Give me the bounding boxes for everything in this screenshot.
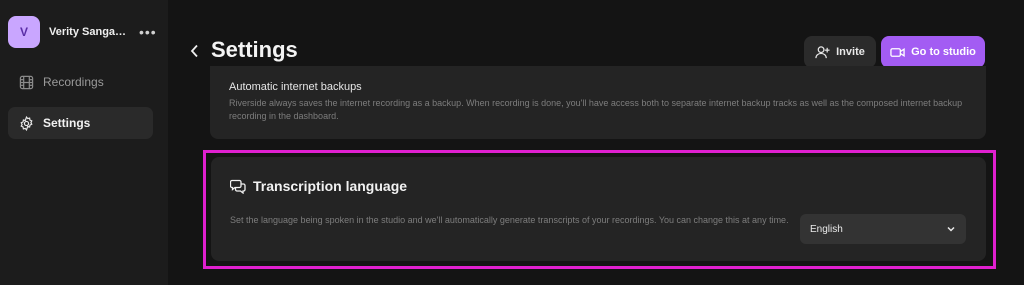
- chat-bubbles-icon: [230, 179, 246, 194]
- language-select-value: English: [810, 223, 843, 235]
- page-title: Settings: [211, 37, 298, 62]
- transcription-language-card: Transcription language Set the language …: [211, 157, 986, 261]
- workspace-switcher[interactable]: V Verity Sangan's ... •••: [8, 16, 158, 48]
- studio-label: Go to studio: [911, 46, 976, 58]
- film-icon: [19, 75, 34, 89]
- transcription-title: Transcription language: [253, 178, 408, 194]
- video-camera-icon: [890, 47, 905, 57]
- language-select[interactable]: English: [800, 214, 966, 244]
- sidebar: V Verity Sangan's ... ••• Recordings Set…: [0, 0, 168, 285]
- main-content: Settings Invite Go to studio Automatic i…: [168, 0, 1024, 285]
- invite-button[interactable]: Invite: [804, 36, 876, 68]
- avatar[interactable]: V: [8, 16, 40, 48]
- sidebar-item-label: Settings: [43, 116, 91, 130]
- internet-backups-card: Automatic internet backups Riverside alw…: [210, 66, 986, 139]
- transcription-description: Set the language being spoken in the stu…: [230, 215, 789, 225]
- back-button[interactable]: [186, 42, 202, 60]
- backups-description: Riverside always saves the internet reco…: [229, 98, 963, 121]
- go-to-studio-button[interactable]: Go to studio: [881, 36, 985, 68]
- invite-label: Invite: [836, 46, 865, 58]
- workspace-name[interactable]: Verity Sangan's ...: [49, 26, 129, 38]
- sidebar-item-settings[interactable]: Settings: [8, 107, 153, 139]
- more-options-icon[interactable]: •••: [139, 25, 157, 39]
- chevron-left-icon: [190, 44, 198, 58]
- add-user-icon: [815, 45, 830, 58]
- chevron-down-icon: [947, 226, 955, 232]
- transcription-header: Transcription language: [230, 178, 407, 194]
- gear-icon: [20, 115, 33, 131]
- sidebar-item-label: Recordings: [43, 75, 104, 89]
- backups-title: Automatic internet backups: [229, 81, 362, 93]
- sidebar-item-recordings[interactable]: Recordings: [8, 66, 153, 98]
